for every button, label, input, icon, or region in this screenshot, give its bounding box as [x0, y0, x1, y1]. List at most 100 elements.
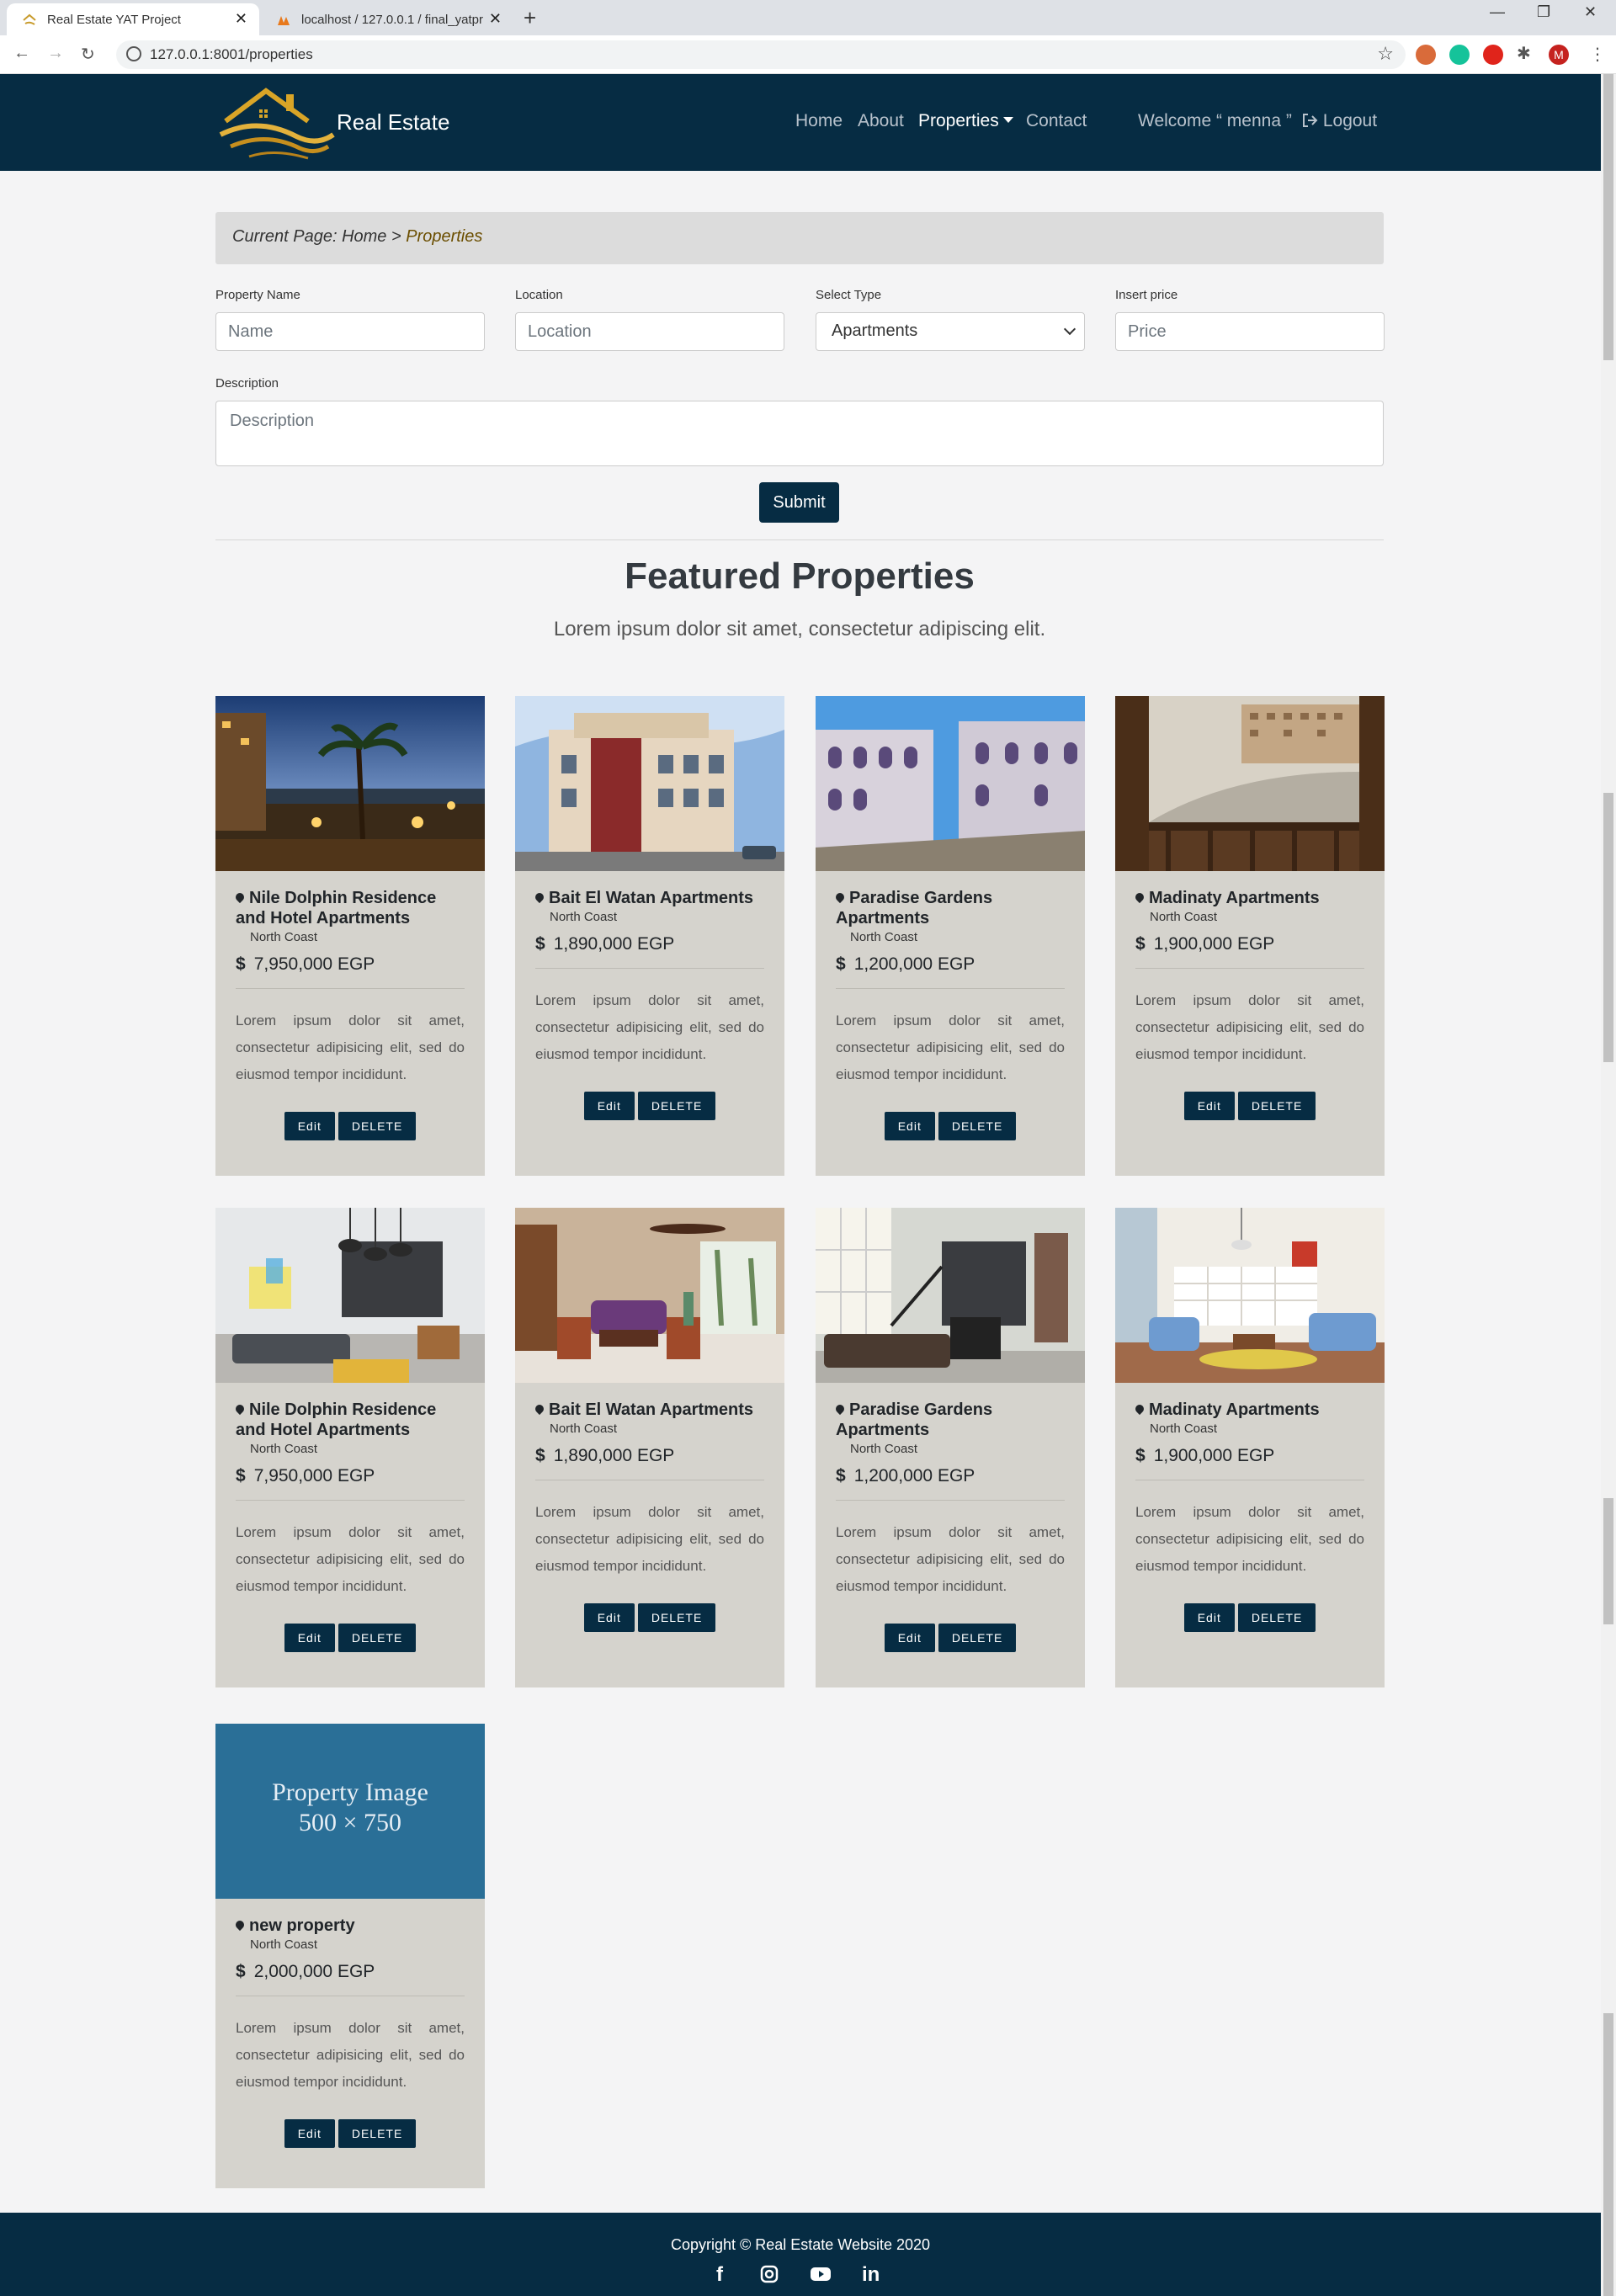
property-title[interactable]: Nile Dolphin Residence and Hotel Apartme…: [233, 888, 465, 928]
submit-button[interactable]: Submit: [759, 482, 839, 523]
price-input[interactable]: [1115, 312, 1385, 351]
house-logo-icon[interactable]: [215, 84, 337, 162]
bookmark-star-icon[interactable]: ☆: [1377, 43, 1394, 65]
select-type-label: Select Type: [816, 288, 882, 302]
property-description: Lorem ipsum dolor sit amet, consectetur …: [535, 1504, 764, 1574]
youtube-icon[interactable]: [811, 2267, 831, 2282]
property-title[interactable]: Paradise Gardens Apartments: [833, 888, 1065, 928]
delete-button[interactable]: DELETE: [637, 1603, 716, 1632]
site-info-icon[interactable]: [126, 46, 141, 61]
property-title[interactable]: Nile Dolphin Residence and Hotel Apartme…: [233, 1400, 465, 1440]
scrollbar-thumb[interactable]: [1603, 1498, 1613, 1624]
linkedin-icon[interactable]: in: [862, 2263, 880, 2287]
grammarly-icon[interactable]: [1449, 45, 1470, 65]
logout-link[interactable]: Logout: [1301, 111, 1377, 131]
nav-properties[interactable]: Properties: [918, 111, 1013, 131]
edit-button[interactable]: Edit: [583, 1092, 635, 1120]
close-tab-icon[interactable]: ✕: [235, 10, 247, 28]
property-image[interactable]: [816, 696, 1085, 871]
card-actions: Edit DELETE: [836, 1112, 1065, 1140]
nav-about[interactable]: About: [858, 111, 904, 131]
delete-button[interactable]: DELETE: [1237, 1092, 1316, 1120]
breadcrumb-prefix[interactable]: Current Page: Home >: [232, 227, 406, 246]
new-tab-icon[interactable]: +: [524, 5, 536, 31]
browser-menu-icon[interactable]: ⋮: [1589, 44, 1606, 65]
property-title-text: Madinaty Apartments: [1149, 1400, 1320, 1419]
delete-button[interactable]: DELETE: [338, 1112, 417, 1140]
placeholder-line-2: 500 × 750: [299, 1809, 401, 1836]
property-card: Madinaty Apartments North Coast $1,900,0…: [1115, 1208, 1385, 1687]
minimize-icon[interactable]: —: [1490, 3, 1505, 21]
delete-button[interactable]: DELETE: [938, 1624, 1017, 1652]
description-textarea[interactable]: [215, 401, 1384, 466]
page-scrollbar[interactable]: [1601, 74, 1616, 2296]
facebook-icon[interactable]: f: [716, 2263, 723, 2287]
back-icon[interactable]: ←: [13, 44, 30, 63]
property-title[interactable]: Bait El Watan Apartments: [533, 1400, 764, 1420]
extensions-puzzle-icon[interactable]: ✱: [1517, 43, 1531, 64]
edit-button[interactable]: Edit: [284, 1112, 335, 1140]
property-image[interactable]: [215, 696, 485, 871]
property-title-text: Nile Dolphin Residence and Hotel Apartme…: [236, 889, 437, 927]
browser-tab-active[interactable]: Real Estate YAT Project ✕: [7, 3, 259, 35]
property-title[interactable]: Madinaty Apartments: [1133, 1400, 1364, 1420]
scrollbar-thumb[interactable]: [1603, 793, 1613, 1062]
property-name-input[interactable]: [215, 312, 485, 351]
edit-button[interactable]: Edit: [884, 1112, 935, 1140]
type-select[interactable]: Apartments: [816, 312, 1085, 351]
property-description: Lorem ipsum dolor sit amet, consectetur …: [535, 992, 764, 1062]
edit-button[interactable]: Edit: [583, 1603, 635, 1632]
restore-icon[interactable]: ❐: [1537, 3, 1550, 21]
house-favicon-icon: [23, 13, 36, 25]
delete-button[interactable]: DELETE: [1237, 1603, 1316, 1632]
property-title[interactable]: Madinaty Apartments: [1133, 888, 1364, 908]
map-marker-icon: [1133, 1402, 1146, 1416]
adblock-icon[interactable]: [1483, 45, 1503, 65]
nav-contact[interactable]: Contact: [1026, 111, 1087, 131]
close-tab-icon[interactable]: ✕: [489, 10, 502, 28]
property-title[interactable]: Paradise Gardens Apartments: [833, 1400, 1065, 1440]
instagram-icon[interactable]: [760, 2265, 779, 2283]
property-image[interactable]: [515, 696, 784, 871]
edit-button[interactable]: Edit: [1183, 1603, 1235, 1632]
property-card: Nile Dolphin Residence and Hotel Apartme…: [215, 1208, 485, 1687]
reload-icon[interactable]: ↻: [81, 44, 95, 65]
profile-avatar[interactable]: M: [1549, 45, 1569, 65]
delete-button[interactable]: DELETE: [938, 1112, 1017, 1140]
scrollbar-thumb[interactable]: [1603, 2013, 1613, 2296]
address-bar[interactable]: 127.0.0.1:8001/properties ☆: [116, 40, 1406, 69]
property-title[interactable]: Bait El Watan Apartments: [533, 888, 764, 908]
edit-button[interactable]: Edit: [284, 2119, 335, 2148]
property-image[interactable]: [1115, 696, 1385, 871]
property-description: Lorem ipsum dolor sit amet, consectetur …: [236, 2020, 465, 2090]
card-divider: [236, 1500, 465, 1501]
edit-button[interactable]: Edit: [884, 1624, 935, 1652]
property-price: $1,900,000 EGP: [1135, 1446, 1364, 1466]
browser-tab[interactable]: localhost / 127.0.0.1 / final_yatpr ✕: [261, 3, 513, 35]
card-divider: [1135, 968, 1364, 969]
location-input[interactable]: [515, 312, 784, 351]
edit-button[interactable]: Edit: [284, 1624, 335, 1652]
forward-icon[interactable]: →: [47, 44, 64, 63]
property-price: $7,950,000 EGP: [236, 1466, 465, 1486]
delete-button[interactable]: DELETE: [338, 1624, 417, 1652]
card-divider: [236, 988, 465, 989]
property-title[interactable]: new property: [233, 1916, 465, 1936]
close-window-icon[interactable]: ✕: [1584, 3, 1597, 21]
delete-button[interactable]: DELETE: [338, 2119, 417, 2148]
property-title-text: Nile Dolphin Residence and Hotel Apartme…: [236, 1400, 437, 1439]
delete-button[interactable]: DELETE: [637, 1092, 716, 1120]
map-marker-icon: [1133, 890, 1146, 904]
card-actions: Edit DELETE: [535, 1603, 764, 1632]
property-image[interactable]: [215, 1208, 485, 1383]
nav-home[interactable]: Home: [795, 111, 843, 131]
edit-button[interactable]: Edit: [1183, 1092, 1235, 1120]
brand-name[interactable]: Real Estate: [337, 109, 449, 136]
property-image[interactable]: Property Image 500 × 750: [215, 1724, 485, 1899]
property-image[interactable]: [1115, 1208, 1385, 1383]
property-image[interactable]: [515, 1208, 784, 1383]
scrollbar-thumb[interactable]: [1603, 74, 1613, 360]
property-image[interactable]: [816, 1208, 1085, 1383]
extension-icon[interactable]: [1416, 45, 1436, 65]
property-info: Paradise Gardens Apartments North Coast …: [833, 1400, 1065, 1652]
